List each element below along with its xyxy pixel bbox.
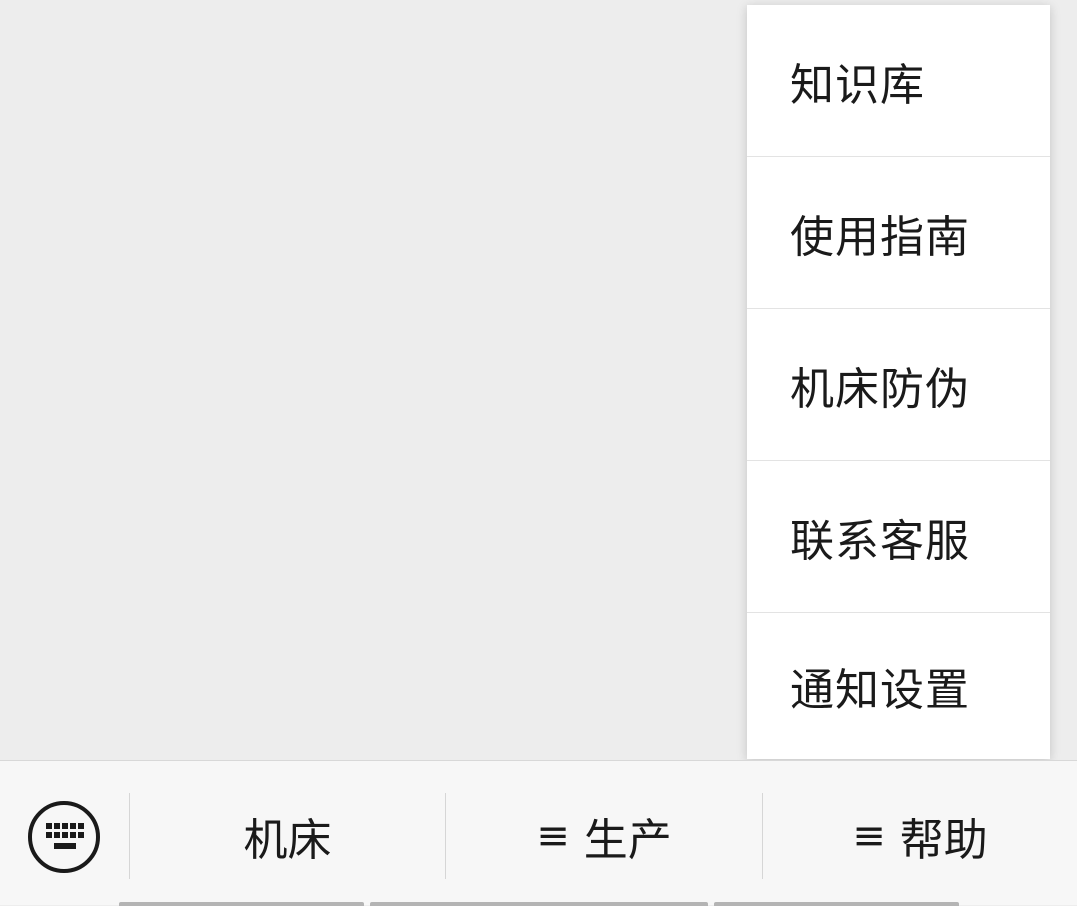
help-popup-menu: 知识库 使用指南 机床防伪 联系客服 通知设置: [747, 5, 1050, 759]
menu-item-contact-service[interactable]: 联系客服: [747, 461, 1050, 612]
bottom-menu-production[interactable]: ≡ 生产: [446, 793, 762, 879]
bottom-menu-label: 生产: [583, 815, 672, 866]
bottom-menu-label: 机床: [243, 815, 332, 866]
menu-item-label: 知识库: [790, 59, 925, 111]
bottom-menu-bar: 机床 ≡ 生产 ≡ 帮助: [0, 760, 1077, 906]
menu-item-label: 通知设置: [790, 665, 970, 716]
menu-item-anti-counterfeit[interactable]: 机床防伪: [747, 309, 1050, 460]
menu-lines-icon: ≡: [852, 813, 886, 859]
scroll-indicator-bar: [714, 902, 959, 906]
bottom-menu-label: 帮助: [899, 815, 988, 866]
menu-item-notification-settings[interactable]: 通知设置: [747, 613, 1050, 759]
menu-item-user-guide[interactable]: 使用指南: [747, 157, 1050, 308]
bottom-menu-machine[interactable]: 机床: [130, 793, 445, 879]
menu-item-label: 使用指南: [790, 211, 970, 263]
menu-item-label: 联系客服: [790, 515, 970, 567]
scroll-indicator-bar: [370, 902, 708, 906]
bottom-menu-help[interactable]: ≡ 帮助: [763, 793, 1077, 879]
menu-item-label: 机床防伪: [790, 363, 970, 415]
menu-lines-icon: ≡: [536, 813, 570, 859]
keyboard-toggle-button[interactable]: [28, 801, 100, 873]
menu-item-knowledge-base[interactable]: 知识库: [747, 5, 1050, 156]
scroll-indicator-bar: [119, 902, 364, 906]
keyboard-icon: [46, 823, 84, 849]
